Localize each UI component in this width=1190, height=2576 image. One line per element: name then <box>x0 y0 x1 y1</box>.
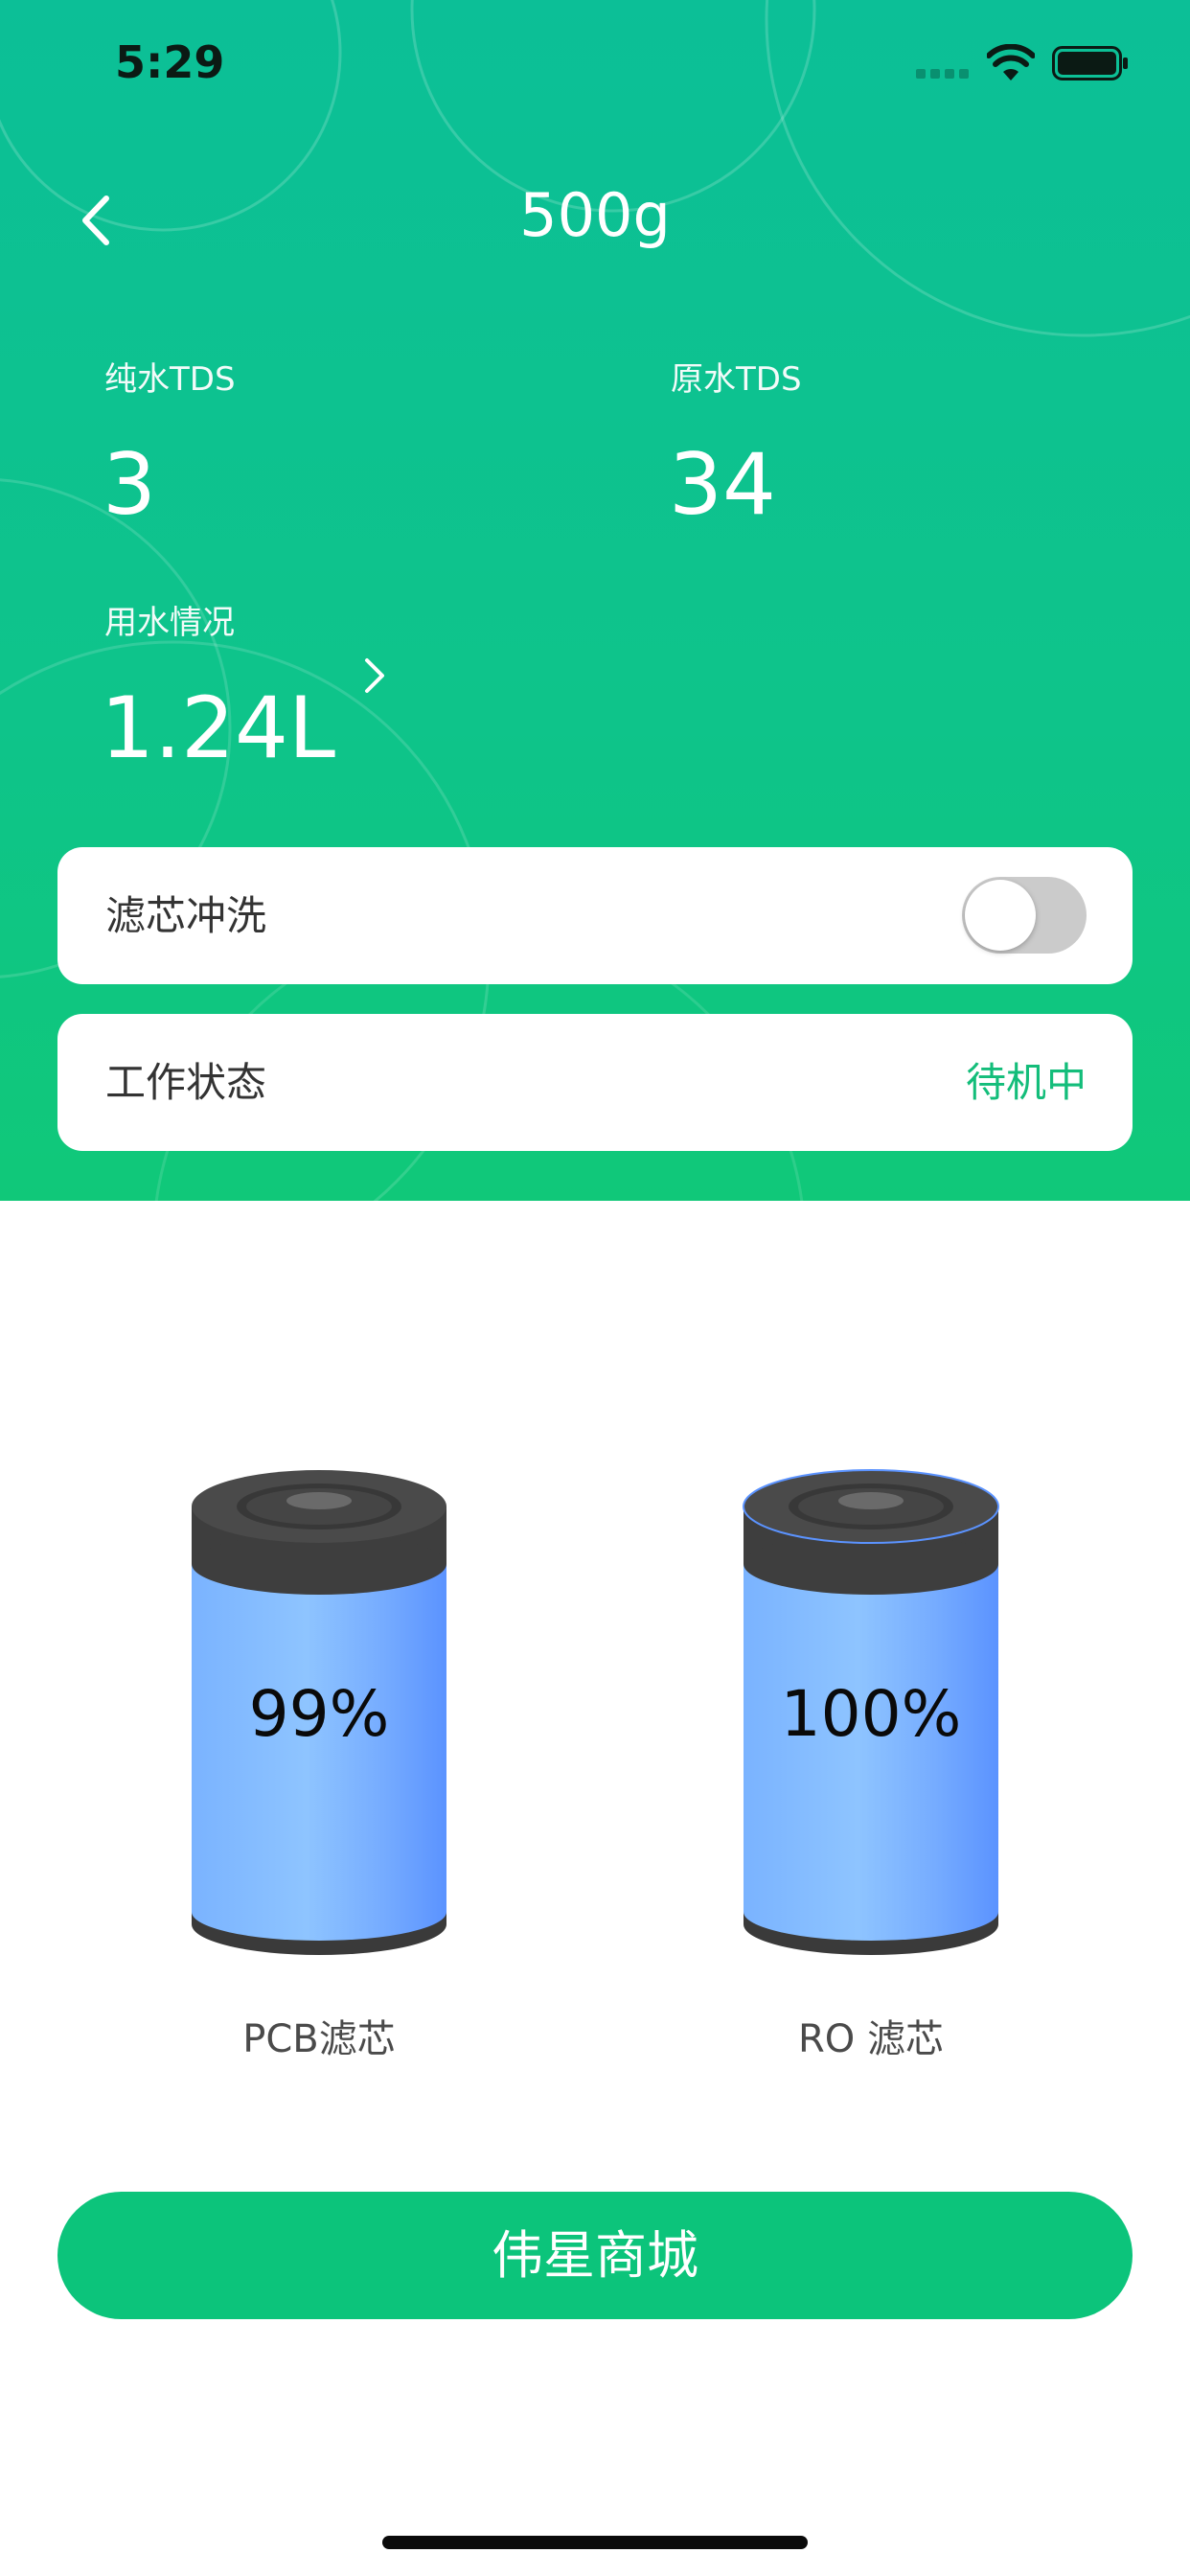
water-usage-value: 1.24L <box>101 678 335 777</box>
status-bar-time: 5:29 <box>115 36 225 88</box>
pcb-filter-percent: 99% <box>248 1677 390 1751</box>
toggle-knob <box>965 880 1036 951</box>
ro-filter-cartridge[interactable]: 100% <box>742 1466 1000 1965</box>
signal-icon <box>916 69 969 79</box>
weixing-mall-button[interactable]: 伟星商城 <box>57 2192 1133 2319</box>
ro-filter-label: RO 滤芯 <box>798 2017 944 2061</box>
raw-tds-label: 原水TDS <box>671 360 802 399</box>
home-indicator[interactable] <box>382 2536 808 2549</box>
water-usage-label: 用水情况 <box>104 604 235 642</box>
work-status-label: 工作状态 <box>105 1059 267 1106</box>
filter-flush-label: 滤芯冲洗 <box>105 892 267 939</box>
page-title: 500g <box>519 180 671 250</box>
pcb-filter-cartridge[interactable]: 99% <box>190 1466 448 1965</box>
work-status-value: 待机中 <box>965 1059 1087 1106</box>
chevron-right-icon <box>365 658 384 693</box>
water-usage-detail-button[interactable] <box>351 652 399 700</box>
wifi-icon <box>987 44 1035 80</box>
battery-icon <box>1052 46 1128 80</box>
pure-tds-label: 纯水TDS <box>104 360 236 399</box>
pure-tds-value: 3 <box>103 435 156 534</box>
header-panel: 5:29 500g 纯水TDS 3 原水TDS 34 用水情况 1.24L 滤芯… <box>0 0 1190 1201</box>
pcb-filter-label: PCB滤芯 <box>242 2017 396 2061</box>
ro-filter-percent: 100% <box>780 1677 962 1751</box>
filter-flush-toggle[interactable] <box>962 877 1087 954</box>
work-status-card: 工作状态 待机中 <box>57 1014 1133 1151</box>
filter-flush-card: 滤芯冲洗 <box>57 847 1133 984</box>
raw-tds-value: 34 <box>669 435 776 534</box>
